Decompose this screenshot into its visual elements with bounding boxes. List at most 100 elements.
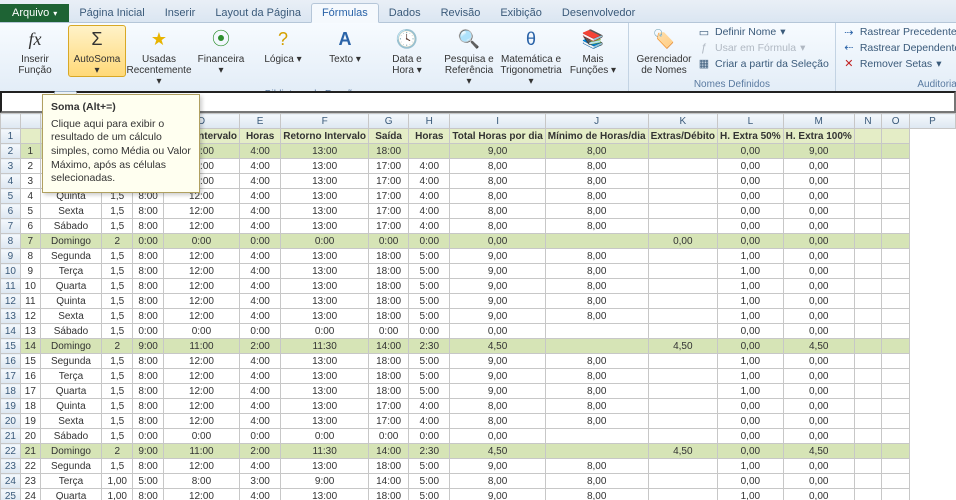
row-header-5[interactable]: 5 bbox=[1, 189, 21, 204]
ribbon: fx Inserir Função Σ AutoSoma▾ ★ Usadas R… bbox=[0, 23, 956, 92]
coins-icon: ⦿ bbox=[208, 28, 234, 52]
row-header-12[interactable]: 12 bbox=[1, 294, 21, 309]
define-name-button[interactable]: ▭Definir Nome ▾ bbox=[697, 25, 829, 41]
row-header-17[interactable]: 17 bbox=[1, 369, 21, 384]
row-header-7[interactable]: 7 bbox=[1, 219, 21, 234]
trace-precedents-button[interactable]: ⇢Rastrear Precedentes bbox=[842, 25, 956, 41]
fx-small-icon: ƒ bbox=[697, 42, 711, 56]
data-row[interactable]: 20 19 Sexta 1,5 8:00 12:00 4:00 13:00 17… bbox=[1, 414, 956, 429]
data-row[interactable]: 15 14 Domingo 2 9:00 11:00 2:00 11:30 14… bbox=[1, 339, 956, 354]
data-row[interactable]: 22 21 Domingo 2 9:00 11:00 2:00 11:30 14… bbox=[1, 444, 956, 459]
column-header-G[interactable]: G bbox=[369, 114, 409, 129]
data-row[interactable]: 6 5 Sexta 1,5 8:00 12:00 4:00 13:00 17:0… bbox=[1, 204, 956, 219]
column-header-J[interactable]: J bbox=[545, 114, 648, 129]
row-header-13[interactable]: 13 bbox=[1, 309, 21, 324]
data-row[interactable]: 13 12 Sexta 1,5 8:00 12:00 4:00 13:00 18… bbox=[1, 309, 956, 324]
row-header-19[interactable]: 19 bbox=[1, 399, 21, 414]
text-button[interactable]: A Texto ▾ bbox=[316, 25, 374, 66]
data-row[interactable]: 8 7 Domingo 2 0:00 0:00 0:00 0:00 0:00 0… bbox=[1, 234, 956, 249]
sigma-icon: Σ bbox=[84, 28, 110, 52]
data-row[interactable]: 23 22 Segunda 1,5 8:00 12:00 4:00 13:00 … bbox=[1, 459, 956, 474]
row-header-23[interactable]: 23 bbox=[1, 459, 21, 474]
financial-button[interactable]: ⦿ Financeira ▾ bbox=[192, 25, 250, 77]
recently-used-button[interactable]: ★ Usadas Recentemente ▾ bbox=[130, 25, 188, 88]
column-header-O[interactable]: O bbox=[882, 114, 910, 129]
data-row[interactable]: 17 16 Terça 1,5 8:00 12:00 4:00 13:00 18… bbox=[1, 369, 956, 384]
row-header-8[interactable]: 8 bbox=[1, 234, 21, 249]
date-time-button[interactable]: 🕓 Data e Hora ▾ bbox=[378, 25, 436, 77]
tab-insert[interactable]: Inserir bbox=[155, 4, 206, 22]
label-icon: ▭ bbox=[697, 26, 711, 40]
column-header-E[interactable]: E bbox=[240, 114, 281, 129]
tab-view[interactable]: Exibição bbox=[490, 4, 552, 22]
row-header-14[interactable]: 14 bbox=[1, 324, 21, 339]
insert-function-button[interactable]: fx Inserir Função bbox=[6, 25, 64, 77]
row-header-16[interactable]: 16 bbox=[1, 354, 21, 369]
data-row[interactable]: 12 11 Quinta 1,5 8:00 12:00 4:00 13:00 1… bbox=[1, 294, 956, 309]
remove-arrows-icon: ✕ bbox=[842, 57, 856, 71]
grid-icon: ▦ bbox=[697, 57, 711, 71]
lookup-button[interactable]: 🔍 Pesquisa e Referência ▾ bbox=[440, 25, 498, 88]
row-header-3[interactable]: 3 bbox=[1, 159, 21, 174]
autosum-button[interactable]: Σ AutoSoma▾ bbox=[68, 25, 126, 77]
fx-icon: fx bbox=[22, 28, 48, 52]
math-trig-button[interactable]: θ Matemática e Trigonometria ▾ bbox=[502, 25, 560, 88]
data-row[interactable]: 19 18 Quinta 1,5 8:00 12:00 4:00 13:00 1… bbox=[1, 399, 956, 414]
tab-review[interactable]: Revisão bbox=[431, 4, 491, 22]
row-header-25[interactable]: 25 bbox=[1, 489, 21, 500]
row-header-2[interactable]: 2 bbox=[1, 144, 21, 159]
tab-home[interactable]: Página Inicial bbox=[69, 4, 154, 22]
data-row[interactable]: 24 23 Terça 1,00 5:00 8:00 3:00 9:00 14:… bbox=[1, 474, 956, 489]
column-header-H[interactable]: H bbox=[409, 114, 450, 129]
data-row[interactable]: 14 13 Sábado 1,5 0:00 0:00 0:00 0:00 0:0… bbox=[1, 324, 956, 339]
row-header-10[interactable]: 10 bbox=[1, 264, 21, 279]
data-row[interactable]: 21 20 Sábado 1,5 0:00 0:00 0:00 0:00 0:0… bbox=[1, 429, 956, 444]
arrow-precedent-icon: ⇢ bbox=[842, 26, 856, 40]
data-row[interactable]: 10 9 Terça 1,5 8:00 12:00 4:00 13:00 18:… bbox=[1, 264, 956, 279]
column-header-N[interactable]: N bbox=[854, 114, 881, 129]
formula-input[interactable] bbox=[76, 91, 956, 113]
column-header-F[interactable]: F bbox=[281, 114, 369, 129]
row-header-18[interactable]: 18 bbox=[1, 384, 21, 399]
row-header-11[interactable]: 11 bbox=[1, 279, 21, 294]
data-row[interactable]: 25 24 Quarta 1,00 8:00 12:00 4:00 13:00 … bbox=[1, 489, 956, 500]
create-from-selection-button[interactable]: ▦Criar a partir da Seleção bbox=[697, 57, 829, 73]
more-functions-button[interactable]: 📚 Mais Funções ▾ bbox=[564, 25, 622, 77]
tag-icon: 🏷️ bbox=[651, 28, 677, 52]
row-header-6[interactable]: 6 bbox=[1, 204, 21, 219]
remove-arrows-button[interactable]: ✕Remover Setas ▾ bbox=[842, 57, 956, 73]
data-row[interactable]: 7 6 Sábado 1,5 8:00 12:00 4:00 13:00 17:… bbox=[1, 219, 956, 234]
ribbon-tabs: Arquivo Página Inicial Inserir Layout da… bbox=[0, 0, 956, 23]
row-header-9[interactable]: 9 bbox=[1, 249, 21, 264]
data-row[interactable]: 9 8 Segunda 1,5 8:00 12:00 4:00 13:00 18… bbox=[1, 249, 956, 264]
trace-dependents-button[interactable]: ⇠Rastrear Dependentes bbox=[842, 41, 956, 57]
file-tab[interactable]: Arquivo bbox=[0, 4, 69, 22]
clock-icon: 🕓 bbox=[394, 28, 420, 52]
row-header-21[interactable]: 21 bbox=[1, 429, 21, 444]
tab-formulas[interactable]: Fórmulas bbox=[311, 3, 379, 23]
select-all-corner[interactable] bbox=[1, 114, 21, 129]
row-header-20[interactable]: 20 bbox=[1, 414, 21, 429]
row-header-15[interactable]: 15 bbox=[1, 339, 21, 354]
star-icon: ★ bbox=[146, 28, 172, 52]
logical-button[interactable]: ? Lógica ▾ bbox=[254, 25, 312, 66]
row-header-24[interactable]: 24 bbox=[1, 474, 21, 489]
question-icon: ? bbox=[270, 28, 296, 52]
data-row[interactable]: 11 10 Quarta 1,5 8:00 12:00 4:00 13:00 1… bbox=[1, 279, 956, 294]
name-manager-button[interactable]: 🏷️ Gerenciador de Nomes bbox=[635, 25, 693, 77]
tab-data[interactable]: Dados bbox=[379, 4, 431, 22]
row-header-4[interactable]: 4 bbox=[1, 174, 21, 189]
column-header-P[interactable]: P bbox=[910, 114, 956, 129]
data-row[interactable]: 18 17 Quarta 1,5 8:00 12:00 4:00 13:00 1… bbox=[1, 384, 956, 399]
column-header-K[interactable]: K bbox=[648, 114, 717, 129]
column-header-I[interactable]: I bbox=[450, 114, 545, 129]
data-row[interactable]: 16 15 Segunda 1,5 8:00 12:00 4:00 13:00 … bbox=[1, 354, 956, 369]
column-header-L[interactable]: L bbox=[718, 114, 784, 129]
row-header-22[interactable]: 22 bbox=[1, 444, 21, 459]
column-header-M[interactable]: M bbox=[783, 114, 854, 129]
tooltip-title: Soma (Alt+=) bbox=[51, 101, 191, 115]
row-header-1[interactable]: 1 bbox=[1, 129, 21, 144]
use-in-formula-button[interactable]: ƒUsar em Fórmula ▾ bbox=[697, 41, 829, 57]
tab-developer[interactable]: Desenvolvedor bbox=[552, 4, 645, 22]
tab-layout[interactable]: Layout da Página bbox=[205, 4, 311, 22]
